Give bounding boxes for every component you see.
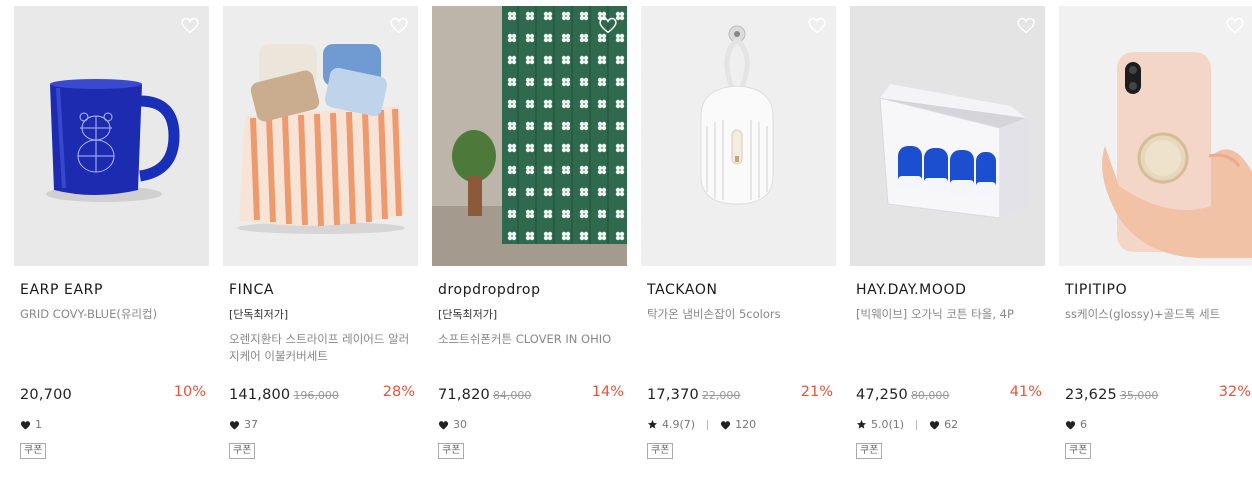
product-image-mug[interactable]	[14, 6, 209, 266]
heart-icon	[438, 420, 449, 430]
sale-price: 23,625	[1065, 387, 1117, 403]
stats-divider	[916, 419, 918, 430]
brand-name[interactable]: HAY.DAY.MOOD	[856, 282, 966, 298]
sale-price: 20,700	[20, 387, 72, 403]
discount-rate: 28%	[382, 384, 415, 400]
product-card[interactable]: TIPITIPO ss케이스(glossy)+골드톡 세트 23,625 35,0…	[1059, 6, 1252, 486]
original-price: 22,000	[701, 389, 741, 402]
product-image-curtain[interactable]	[432, 6, 627, 266]
product-stats: 1	[20, 418, 42, 431]
rating: 5.0(1)	[871, 418, 905, 431]
brand-name[interactable]: TACKAON	[647, 282, 718, 298]
product-image-phone-case[interactable]	[1059, 6, 1252, 266]
coupon-badge: 쿠폰	[438, 443, 465, 459]
price-row: 71,820 84,000 14%	[438, 384, 624, 404]
like-count: 1	[35, 418, 42, 431]
coupon-badge: 쿠폰	[647, 443, 674, 459]
like-count: 120	[735, 418, 757, 431]
sale-price: 17,370	[647, 387, 699, 403]
brand-name[interactable]: FINCA	[229, 282, 274, 298]
price-row: 47,250 80,000 41%	[856, 384, 1042, 404]
product-card[interactable]: dropdropdrop [단독최저가] 소프트쉬폰커튼 CLOVER IN O…	[432, 6, 627, 486]
price-row: 20,700 10%	[20, 384, 206, 404]
product-name[interactable]: 오렌지환타 스트라이프 레이어드 알러지케어 이불커버세트	[229, 331, 413, 365]
heart-icon	[229, 420, 240, 430]
original-price: 196,000	[293, 389, 339, 402]
product-image-bedding[interactable]	[223, 6, 418, 266]
like-count: 30	[453, 418, 467, 431]
product-stats: 30	[438, 418, 467, 431]
heart-outline-icon[interactable]	[1015, 14, 1037, 36]
heart-icon	[1065, 420, 1076, 430]
like-count: 6	[1080, 418, 1087, 431]
price-row: 141,800 196,000 28%	[229, 384, 415, 404]
product-name[interactable]: 탁가온 냄비손잡이 5colors	[647, 306, 831, 323]
rating: 4.9(7)	[662, 418, 696, 431]
like-count: 37	[244, 418, 258, 431]
heart-outline-icon[interactable]	[806, 14, 828, 36]
product-grid: EARP EARP GRID COVY-BLUE(유리컵) 20,700 10%…	[0, 0, 1252, 493]
brand-name[interactable]: EARP EARP	[20, 282, 103, 298]
product-stats: 5.0(1) 62	[856, 418, 958, 431]
original-price: 35,000	[1119, 389, 1159, 402]
product-name[interactable]: [빅웨이브] 오가닉 코튼 타올, 4P	[856, 306, 1040, 323]
coupon-badge: 쿠폰	[229, 443, 256, 459]
discount-rate: 32%	[1218, 384, 1251, 400]
product-card[interactable]: EARP EARP GRID COVY-BLUE(유리컵) 20,700 10%…	[14, 6, 209, 486]
discount-rate: 14%	[591, 384, 624, 400]
star-icon	[856, 419, 867, 429]
sale-price: 141,800	[229, 387, 291, 403]
heart-outline-icon[interactable]	[179, 14, 201, 36]
product-image-towels[interactable]	[850, 6, 1045, 266]
original-price: 80,000	[910, 389, 950, 402]
price-row: 23,625 35,000 32%	[1065, 384, 1251, 404]
product-name[interactable]: ss케이스(glossy)+골드톡 세트	[1065, 306, 1249, 323]
product-stats: 4.9(7) 120	[647, 418, 756, 431]
lowest-price-badge: [단독최저가]	[438, 308, 498, 321]
coupon-badge: 쿠폰	[856, 443, 883, 459]
lowest-price-badge: [단독최저가]	[229, 308, 289, 321]
brand-name[interactable]: dropdropdrop	[438, 282, 541, 298]
product-image-pot-handle[interactable]	[641, 6, 836, 266]
product-name[interactable]: 소프트쉬폰커튼 CLOVER IN OHIO	[438, 331, 622, 348]
product-card[interactable]: FINCA [단독최저가] 오렌지환타 스트라이프 레이어드 알러지케어 이불커…	[223, 6, 418, 486]
heart-outline-icon[interactable]	[597, 14, 619, 36]
discount-rate: 21%	[800, 384, 833, 400]
heart-icon	[720, 420, 731, 430]
heart-icon	[20, 420, 31, 430]
discount-rate: 10%	[173, 384, 206, 400]
price-row: 17,370 22,000 21%	[647, 384, 833, 404]
sale-price: 71,820	[438, 387, 490, 403]
brand-name[interactable]: TIPITIPO	[1065, 282, 1127, 298]
star-icon	[647, 419, 658, 429]
product-name[interactable]: GRID COVY-BLUE(유리컵)	[20, 306, 204, 323]
heart-outline-icon[interactable]	[1224, 14, 1246, 36]
product-stats: 6	[1065, 418, 1087, 431]
product-stats: 37	[229, 418, 258, 431]
original-price: 84,000	[492, 389, 532, 402]
product-card[interactable]: HAY.DAY.MOOD [빅웨이브] 오가닉 코튼 타올, 4P 47,250…	[850, 6, 1045, 486]
heart-outline-icon[interactable]	[388, 14, 410, 36]
stats-divider	[707, 419, 709, 430]
discount-rate: 41%	[1009, 384, 1042, 400]
like-count: 62	[944, 418, 959, 431]
coupon-badge: 쿠폰	[20, 443, 47, 459]
product-card[interactable]: TACKAON 탁가온 냄비손잡이 5colors 17,370 22,000 2…	[641, 6, 836, 486]
sale-price: 47,250	[856, 387, 908, 403]
coupon-badge: 쿠폰	[1065, 443, 1092, 459]
heart-icon	[929, 420, 940, 430]
